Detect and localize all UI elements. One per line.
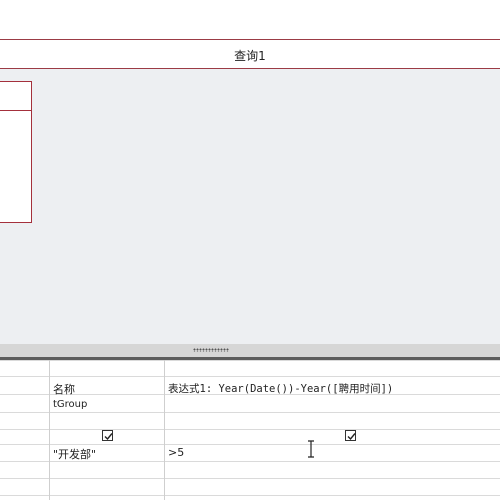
table-cell-col1[interactable]: tGroup — [53, 399, 87, 410]
field-list-table-box[interactable] — [0, 81, 32, 223]
grid-row-line — [0, 412, 500, 413]
query-document-tab[interactable]: 查询1 — [0, 39, 500, 69]
splitter-grip-icon[interactable] — [193, 348, 229, 352]
query-design-pane[interactable] — [0, 69, 500, 344]
field-cell-col1[interactable]: 名称 — [53, 381, 75, 397]
grid-row-line — [0, 495, 500, 496]
field-cell-col2[interactable]: 表达式1: Year(Date())-Year([聘用时间]) — [168, 381, 393, 396]
query-tab-title: 查询1 — [234, 49, 266, 63]
criteria-cell-col1[interactable]: "开发部" — [53, 446, 96, 462]
checkmark-icon — [104, 433, 113, 441]
grid-column-line — [49, 360, 50, 500]
grid-row-line — [0, 444, 500, 445]
pane-splitter[interactable] — [0, 344, 500, 357]
grid-row-line — [0, 376, 500, 377]
field-list-header[interactable] — [0, 82, 31, 111]
grid-row-line — [0, 429, 500, 430]
window-top-area — [0, 0, 500, 39]
show-checkbox-col1[interactable] — [102, 430, 113, 441]
criteria-cell-col2[interactable]: >5 — [168, 446, 184, 459]
grid-row-line — [0, 478, 500, 479]
query-design-grid[interactable]: 名称 表达式1: Year(Date())-Year([聘用时间]) tGrou… — [0, 360, 500, 500]
checkmark-icon — [347, 433, 356, 441]
grid-row-line — [0, 360, 500, 361]
grid-column-line — [164, 360, 165, 500]
text-ibeam-cursor-icon — [308, 440, 314, 458]
show-checkbox-col2[interactable] — [345, 430, 356, 441]
